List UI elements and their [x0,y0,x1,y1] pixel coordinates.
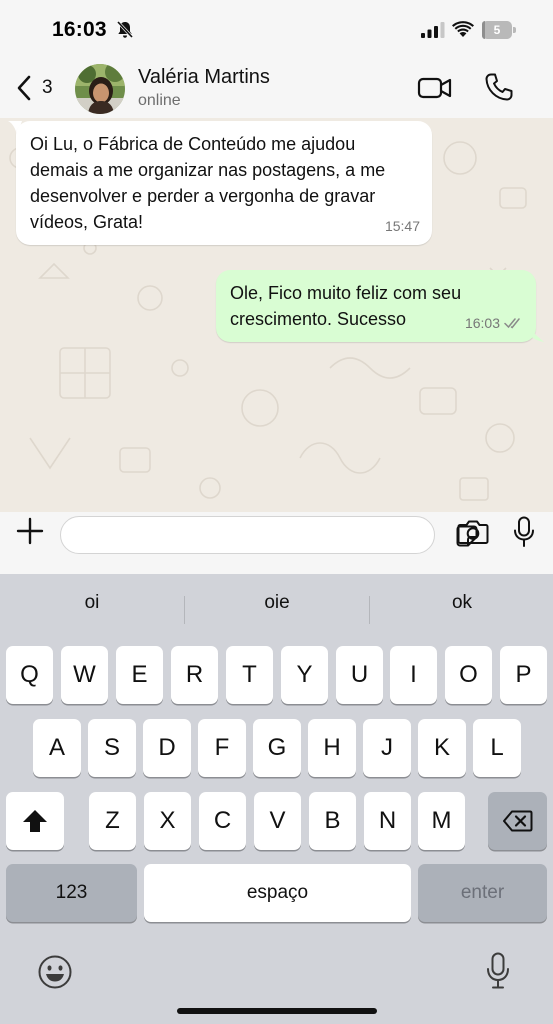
chat-area[interactable]: Oi Lu, o Fábrica de Conteúdo me ajudou d… [0,118,553,512]
emoji-icon[interactable] [37,954,73,990]
battery-level: 5 [493,23,501,37]
key-g[interactable]: G [253,719,301,777]
message-field[interactable] [60,516,478,554]
double-check-icon [504,318,520,329]
key-w[interactable]: W [61,646,108,704]
shift-icon [23,810,47,832]
camera-icon[interactable] [457,519,489,545]
microphone-icon[interactable] [513,516,535,548]
key-k[interactable]: K [418,719,466,777]
key-o[interactable]: O [445,646,492,704]
key-i[interactable]: I [390,646,437,704]
phone-icon[interactable] [484,72,514,102]
message-time: 15:47 [384,218,420,234]
status-bar: 16:03 5 [0,0,553,58]
key-e[interactable]: E [116,646,163,704]
key-a[interactable]: A [33,719,81,777]
outgoing-bubble-tail [528,328,544,342]
cellular-signal-icon [421,22,445,38]
key-p[interactable]: P [500,646,547,704]
key-z[interactable]: Z [89,792,136,850]
chat-header: 3 Valéria Martins online [0,58,553,118]
shift-key[interactable] [6,792,64,850]
backspace-key[interactable] [488,792,547,850]
bell-slash-icon [116,20,134,39]
key-y[interactable]: Y [281,646,328,704]
message-input-bar [0,512,553,574]
status-time: 16:03 [52,18,107,41]
plus-icon[interactable] [16,517,44,545]
key-r[interactable]: R [171,646,218,704]
key-q[interactable]: Q [6,646,53,704]
outgoing-message-bubble[interactable]: Ole, Fico muito feliz com seu cresciment… [216,270,536,342]
wifi-icon [452,21,474,37]
chevron-left-icon [17,75,31,101]
key-j[interactable]: J [363,719,411,777]
key-n[interactable]: N [364,792,411,850]
incoming-message-bubble[interactable]: Oi Lu, o Fábrica de Conteúdo me ajudou d… [16,121,432,245]
key-u[interactable]: U [336,646,383,704]
key-c[interactable]: C [199,792,246,850]
key-t[interactable]: T [226,646,273,704]
key-f[interactable]: F [198,719,246,777]
key-b[interactable]: B [309,792,356,850]
key-h[interactable]: H [308,719,356,777]
home-indicator[interactable] [177,1008,377,1014]
back-button[interactable]: 3 [14,72,53,104]
video-camera-icon[interactable] [417,74,453,102]
message-text: Oi Lu, o Fábrica de Conteúdo me ajudou d… [30,134,386,232]
key-m[interactable]: M [418,792,465,850]
contact-status: online [138,92,181,109]
key-d[interactable]: D [143,719,191,777]
contact-name[interactable]: Valéria Martins [138,66,270,89]
suggestion-2[interactable]: oie [185,592,369,614]
message-time: 16:03 [464,315,500,331]
enter-key[interactable]: enter [418,864,547,922]
battery-icon: 5 [482,21,516,39]
suggestion-1[interactable]: oi [0,592,184,614]
space-key[interactable]: espaço [144,864,411,922]
contact-avatar[interactable] [75,64,125,114]
keyboard: oi oie ok Q W E R T Y U I O P A S D F G … [0,574,553,1024]
suggestion-3[interactable]: ok [370,592,553,614]
suggestion-bar: oi oie ok [0,574,553,644]
key-x[interactable]: X [144,792,191,850]
dictation-mic-icon[interactable] [486,952,510,990]
key-v[interactable]: V [254,792,301,850]
message-input[interactable] [75,523,385,547]
key-l[interactable]: L [473,719,521,777]
key-s[interactable]: S [88,719,136,777]
numbers-key[interactable]: 123 [6,864,137,922]
unread-chats-count: 3 [42,77,53,98]
backspace-icon [502,810,532,832]
